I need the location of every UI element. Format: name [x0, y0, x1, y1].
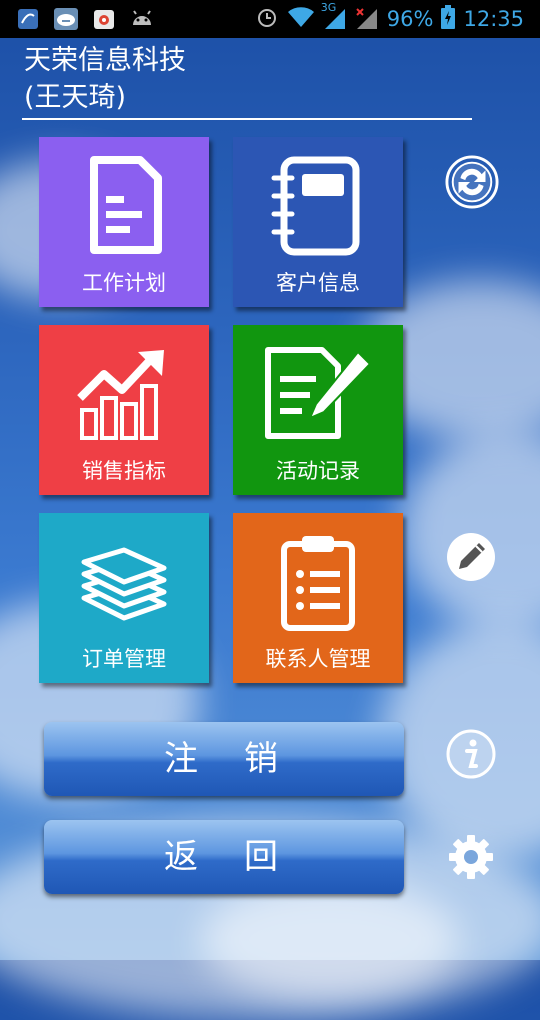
tile-activity-log[interactable]: 活动记录 [233, 325, 403, 495]
tile-label: 活动记录 [276, 459, 360, 483]
edit-document-icon [262, 339, 374, 449]
battery-percentage: 96% [386, 7, 434, 31]
android-icon [130, 7, 154, 31]
no-signal-icon [355, 7, 379, 31]
info-icon[interactable] [444, 727, 498, 781]
clipboard-icon [278, 527, 358, 637]
tile-label: 订单管理 [82, 647, 166, 671]
company-name: 天荣信息科技 [24, 45, 186, 76]
tile-label: 销售指标 [82, 459, 166, 483]
header-divider [22, 118, 472, 120]
battery-icon [441, 4, 456, 34]
cloud-sync-icon [54, 7, 78, 31]
settings-icon[interactable] [444, 830, 498, 884]
back-button[interactable]: 返 回 [44, 820, 404, 894]
tile-sales-target[interactable]: 销售指标 [39, 325, 209, 495]
pencil-icon[interactable] [444, 530, 498, 584]
tile-contact-management[interactable]: 联系人管理 [233, 513, 403, 683]
network-type-label: 3G [320, 1, 337, 14]
document-icon [84, 151, 164, 261]
logout-button[interactable]: 注 销 [44, 722, 404, 796]
status-bar: 3G 96% 12:35 [0, 0, 540, 38]
tile-work-plan[interactable]: 工作计划 [39, 137, 209, 307]
clock-time: 12:35 [463, 7, 524, 31]
tile-customer-info[interactable]: 客户信息 [233, 137, 403, 307]
stack-icon [80, 527, 168, 637]
user-name: (王天琦) [24, 82, 127, 113]
tile-label: 联系人管理 [265, 647, 371, 671]
signal-icon: 3G [321, 1, 347, 31]
tile-order-management[interactable]: 订单管理 [39, 513, 209, 683]
chart-trend-icon [74, 339, 174, 449]
notebook-icon [270, 151, 366, 261]
tile-label: 客户信息 [276, 271, 360, 295]
app-notification-icon [16, 7, 40, 31]
store-icon [92, 7, 116, 31]
alarm-icon [255, 5, 279, 34]
sync-icon[interactable] [445, 155, 499, 209]
tile-label: 工作计划 [82, 271, 166, 295]
wifi-icon [287, 6, 315, 33]
header: 天荣信息科技 (王天琦) [24, 42, 186, 116]
